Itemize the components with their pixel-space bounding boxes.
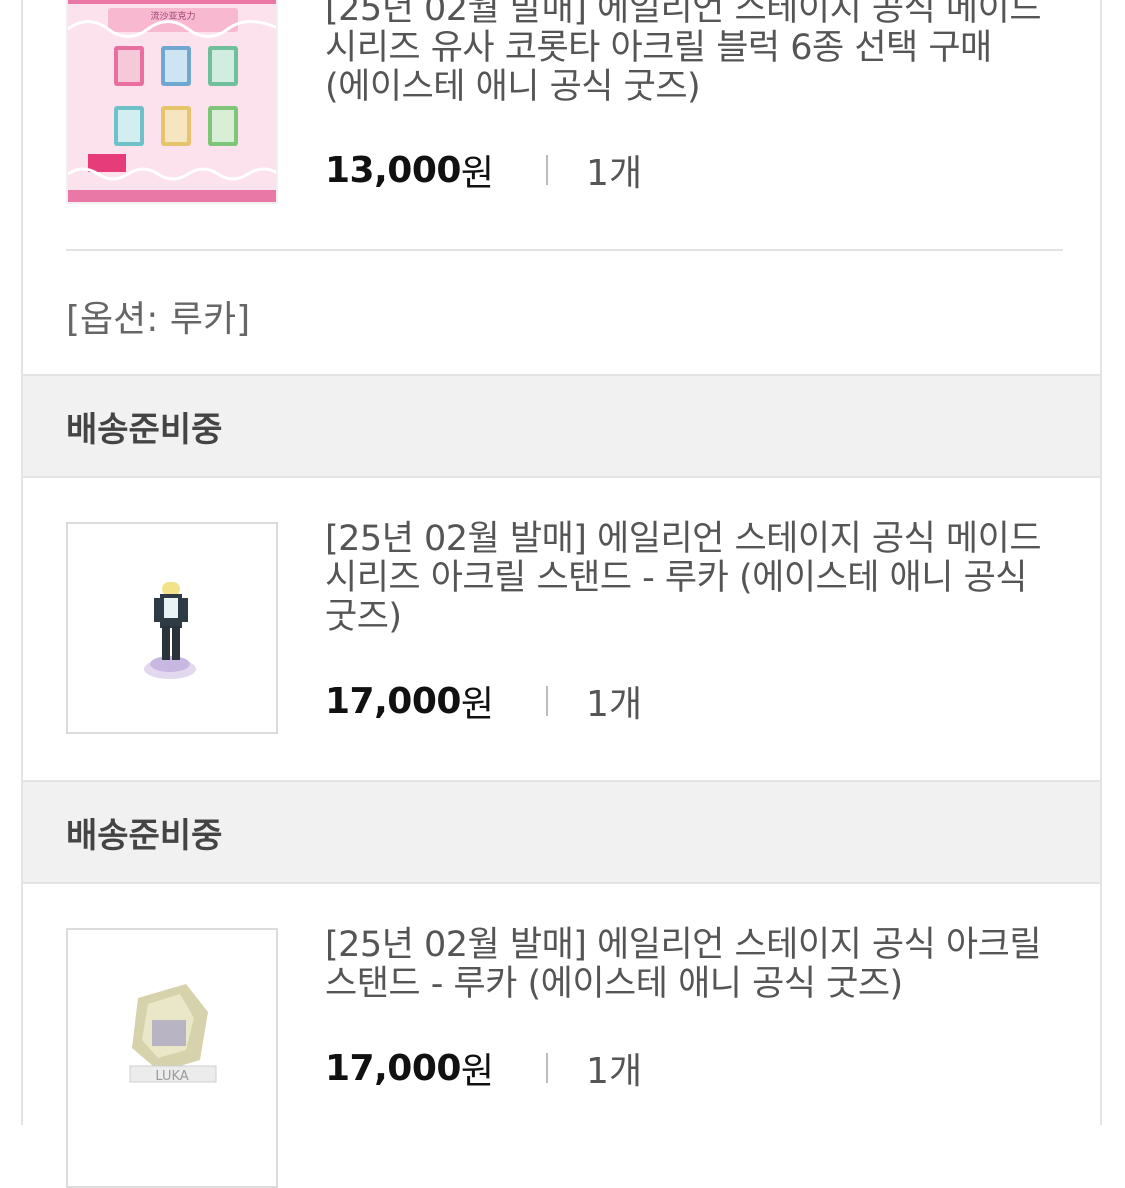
quantity: 1개 [586, 1051, 643, 1092]
product-title[interactable]: [25년 02월 발매] 에일리언 스테이지 공식 메이드 시리즈 아크릴 스탠… [325, 520, 1100, 637]
acrylic-stand-luka-image: LUKA [68, 930, 276, 1138]
order-list: 流沙亚克力 [25년 02월 발매] 에일리언 스테이지 공식 메이드 시리즈 … [21, 0, 1102, 1188]
price-unit: 원 [460, 1051, 495, 1092]
divider [66, 249, 1063, 251]
price-row: 13,000 원 1개 [325, 148, 642, 195]
quantity: 1개 [586, 153, 643, 194]
order-item[interactable]: [25년 02월 발매] 에일리언 스테이지 공식 메이드 시리즈 아크릴 스탠… [23, 478, 1100, 780]
price-unit: 원 [460, 153, 495, 194]
order-status-bar: 배송준비중 [23, 780, 1100, 884]
price-row: 17,000 원 1개 [325, 1046, 642, 1093]
option-text: [옵션: 루카] [66, 299, 251, 340]
separator [546, 686, 549, 716]
order-status-bar: 배송준비중 [23, 374, 1100, 478]
price-amount: 17,000 [325, 1047, 461, 1089]
order-status-label: 배송준비중 [66, 409, 223, 450]
product-title[interactable]: [25년 02월 발매] 에일리언 스테이지 공식 메이드 시리즈 유사 코롯타… [325, 0, 1100, 107]
acrylic-block-set-image: 流沙亚克力 [68, 0, 276, 202]
price-amount: 13,000 [325, 149, 461, 191]
product-thumbnail[interactable]: LUKA [66, 928, 278, 1188]
price-amount: 17,000 [325, 680, 461, 722]
product-thumbnail[interactable]: 流沙亚克力 [66, 0, 278, 204]
thumb-caption: 流沙亚克力 [150, 10, 195, 22]
order-status-label: 배송준비중 [66, 815, 223, 856]
separator [546, 155, 549, 185]
thumb-caption: LUKA [155, 1069, 188, 1084]
separator [546, 1053, 549, 1083]
price-unit: 원 [460, 684, 495, 725]
product-title[interactable]: [25년 02월 발매] 에일리언 스테이지 공식 아크릴 스탠드 - 루카 (… [325, 926, 1100, 1004]
price-row: 17,000 원 1개 [325, 679, 642, 726]
acrylic-stand-maid-image [68, 524, 276, 732]
product-thumbnail[interactable] [66, 522, 278, 734]
order-item[interactable]: LUKA [25년 02월 발매] 에일리언 스테이지 공식 아크릴 스탠드 -… [23, 884, 1100, 1188]
order-item[interactable]: 流沙亚克力 [25년 02월 발매] 에일리언 스테이지 공식 메이드 시리즈 … [23, 0, 1100, 372]
quantity: 1개 [586, 684, 643, 725]
